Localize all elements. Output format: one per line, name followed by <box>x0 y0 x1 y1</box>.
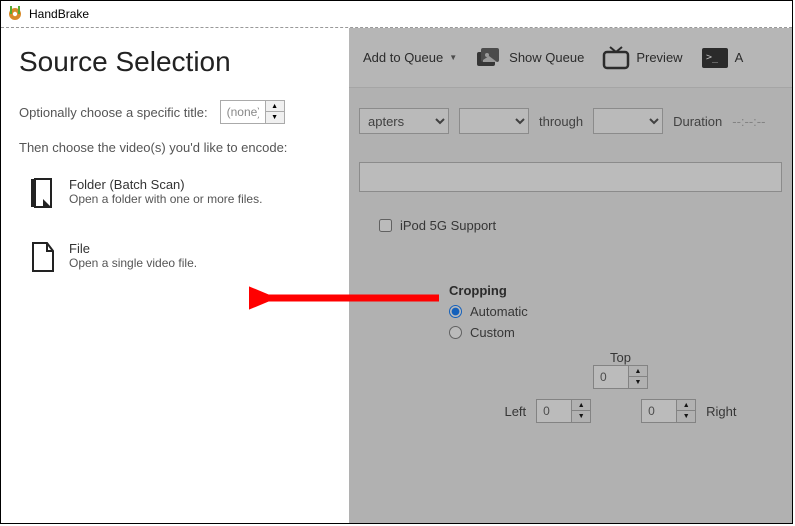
file-icon <box>29 241 57 273</box>
then-choose-label: Then choose the video(s) you'd like to e… <box>19 140 331 155</box>
window-title: HandBrake <box>29 7 89 21</box>
open-folder-desc: Open a folder with one or more files. <box>69 192 262 206</box>
title-spin-up[interactable]: ▲ <box>266 101 284 112</box>
open-folder-option[interactable]: Folder (Batch Scan) Open a folder with o… <box>19 171 331 215</box>
source-selection-panel: Source Selection Optionally choose a spe… <box>1 28 349 523</box>
title-number-spinbox[interactable]: ▲ ▼ <box>220 100 285 124</box>
folder-icon <box>29 177 57 209</box>
open-file-desc: Open a single video file. <box>69 256 197 270</box>
open-folder-title: Folder (Batch Scan) <box>69 177 262 192</box>
app-window: HandBrake Source Selection Optionally ch… <box>0 0 793 524</box>
open-file-title: File <box>69 241 197 256</box>
modal-dim-overlay <box>349 28 792 523</box>
title-spin-down[interactable]: ▼ <box>266 112 284 123</box>
source-selection-heading: Source Selection <box>19 46 331 78</box>
main-area: Add to Queue ▼ Show Queue Preview <box>349 28 792 523</box>
handbrake-icon <box>7 6 23 22</box>
title-number-input[interactable] <box>221 101 265 123</box>
open-file-option[interactable]: File Open a single video file. <box>19 235 331 279</box>
titlebar: HandBrake <box>1 1 792 27</box>
optional-title-label: Optionally choose a specific title: <box>19 105 208 120</box>
